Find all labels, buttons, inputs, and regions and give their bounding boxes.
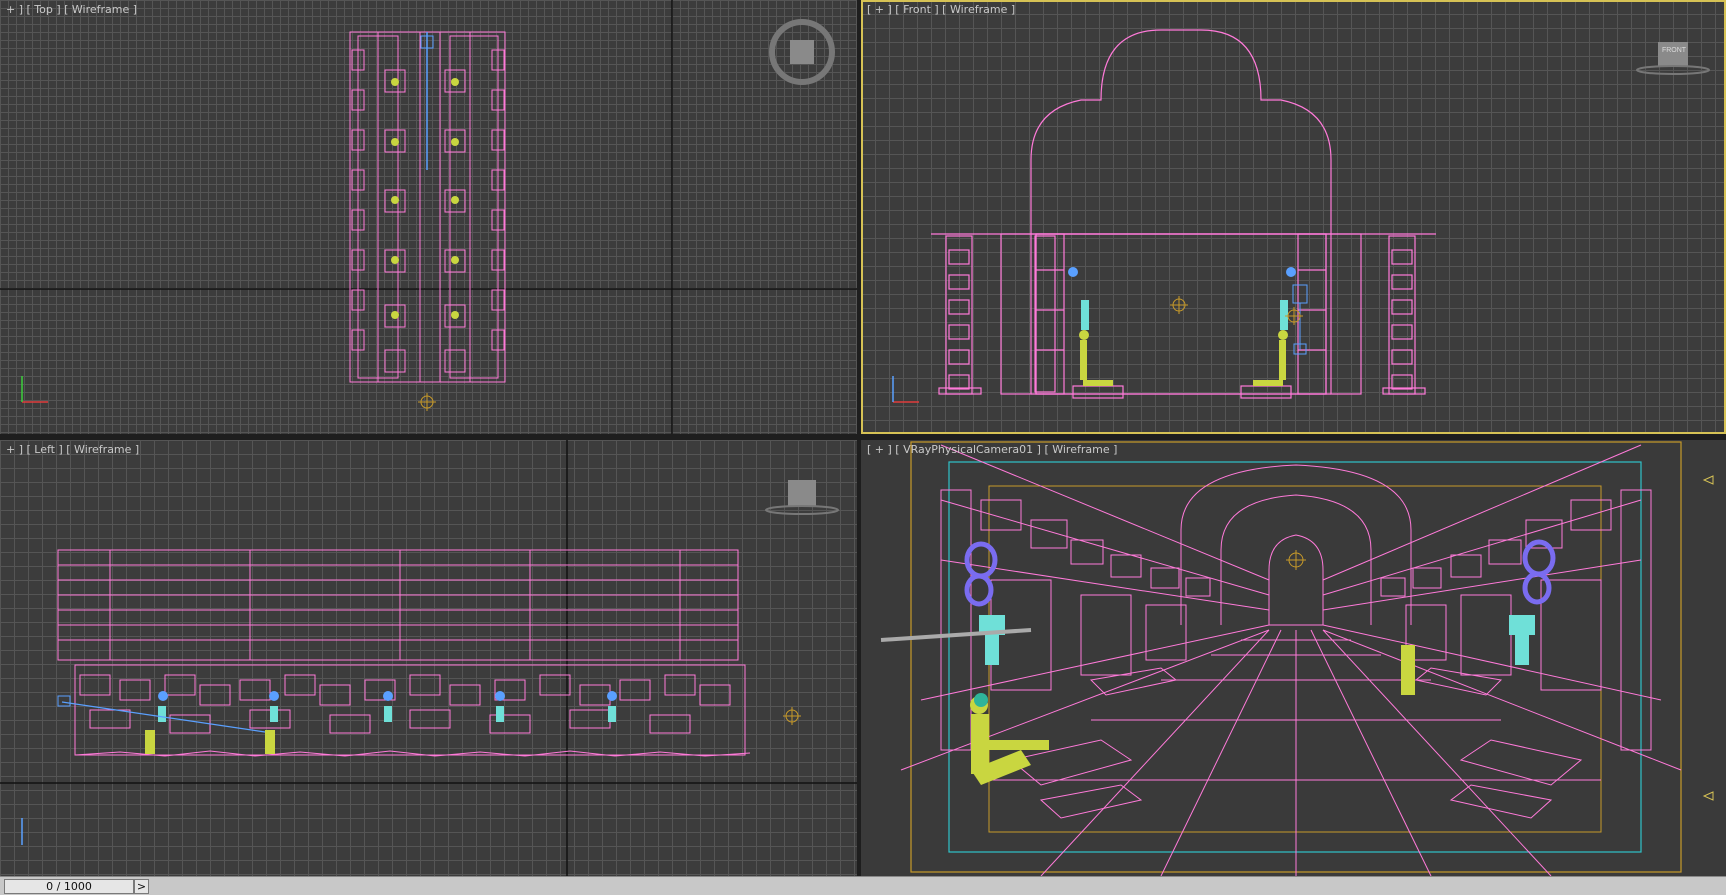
camera-wireframe — [880, 441, 1714, 876]
front-wireframe — [892, 29, 1710, 403]
viewport-camera[interactable]: [ + ] [ VRayPhysicalCamera01 ] [ Wirefra… — [861, 440, 1726, 876]
viewcube-front[interactable]: FRONT — [1659, 47, 1689, 54]
time-slider[interactable]: 0 / 1000 — [4, 879, 134, 894]
top-wireframe — [0, 0, 857, 434]
viewport-front[interactable]: [ + ] [ Front ] [ Wireframe ] FRONT — [861, 0, 1726, 434]
viewport-divider-horizontal[interactable] — [0, 434, 1726, 440]
viewport-left[interactable]: + ] [ Left ] [ Wireframe ] — [0, 440, 857, 876]
viewport-label-top[interactable]: + ] [ Top ] [ Wireframe ] — [6, 3, 137, 16]
time-slider-bar: 0 / 1000 > — [0, 876, 1726, 895]
viewport-top[interactable]: + ] [ Top ] [ Wireframe ] — [0, 0, 857, 434]
viewport-label-front[interactable]: [ + ] [ Front ] [ Wireframe ] — [867, 3, 1015, 16]
viewport-label-left[interactable]: + ] [ Left ] [ Wireframe ] — [6, 443, 139, 456]
viewport-label-camera[interactable]: [ + ] [ VRayPhysicalCamera01 ] [ Wirefra… — [867, 443, 1117, 456]
left-wireframe — [0, 440, 857, 876]
next-frame-button[interactable]: > — [134, 879, 149, 894]
